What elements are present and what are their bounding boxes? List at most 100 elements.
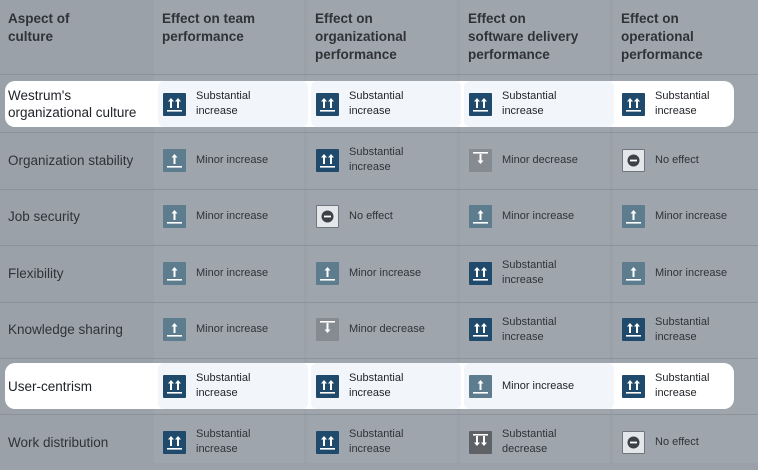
minor-increase-icon bbox=[469, 205, 492, 229]
minor-increase-icon bbox=[163, 261, 186, 285]
table-row: Knowledge sharing Minor increase Minor d… bbox=[0, 302, 758, 358]
effect-cell: No effect bbox=[621, 414, 758, 470]
effect-cell: Minor increase bbox=[468, 189, 618, 245]
effect-cell: Minor increase bbox=[162, 132, 312, 188]
effect-label: Minor increase bbox=[196, 153, 269, 166]
substantial-increase-icon bbox=[316, 430, 339, 454]
effect-label: Minor increase bbox=[196, 323, 269, 336]
effect-cell: Substantial increase bbox=[621, 358, 758, 414]
effect-cell: Substantial increase bbox=[311, 76, 465, 132]
effect-label: Substantial increase bbox=[196, 90, 251, 117]
substantial-increase-icon bbox=[316, 92, 339, 116]
effect-cell: Substantial increase bbox=[621, 76, 758, 132]
column-header: Effect on team performance bbox=[162, 11, 256, 44]
effect-cell: Substantial increase bbox=[162, 414, 312, 470]
effect-cell: Minor increase bbox=[162, 189, 312, 245]
effect-cell: No effect bbox=[621, 132, 758, 188]
effect-cell: Minor increase bbox=[162, 245, 312, 301]
effect-label: Substantial increase bbox=[655, 315, 710, 343]
effect-label: Substantial increase bbox=[655, 90, 710, 117]
minor-increase-icon bbox=[163, 318, 186, 342]
effect-label: Substantial increase bbox=[349, 146, 404, 174]
aspect-label: Organization stability bbox=[8, 152, 134, 168]
effect-cell: Substantial increase bbox=[158, 358, 312, 414]
table-row: Work distribution Substantial increase S… bbox=[0, 414, 758, 470]
table-row: Flexibility Minor increase Minor increas… bbox=[0, 245, 758, 301]
effect-label: Substantial increase bbox=[196, 428, 251, 456]
effect-label: No effect bbox=[655, 153, 699, 166]
effect-label: Substantial decrease bbox=[502, 428, 557, 456]
aspect-label: User-centrism bbox=[8, 378, 93, 394]
substantial-increase-icon bbox=[163, 374, 186, 398]
effect-label: Minor increase bbox=[502, 210, 575, 223]
substantial-increase-icon bbox=[469, 261, 492, 285]
effect-label: No effect bbox=[655, 435, 699, 448]
minor-increase-icon bbox=[469, 374, 492, 398]
effect-cell: Minor increase bbox=[464, 358, 618, 414]
effect-label: Substantial increase bbox=[349, 372, 404, 399]
table-row: Job security Minor increase No effect Mi… bbox=[0, 189, 758, 245]
substantial-increase-icon bbox=[163, 92, 186, 116]
aspect-label: Westrum's organizational culture bbox=[8, 88, 137, 120]
aspect-label: Job security bbox=[8, 209, 81, 225]
effect-cell: Substantial increase bbox=[621, 302, 758, 358]
aspect-label: Work distribution bbox=[8, 434, 109, 450]
effect-label: Minor increase bbox=[655, 210, 728, 223]
minor-increase-icon bbox=[163, 205, 186, 229]
minor-increase-icon bbox=[316, 261, 339, 285]
substantial-decrease-icon bbox=[469, 430, 492, 454]
effect-label: Minor decrease bbox=[349, 323, 425, 336]
effect-label: Minor increase bbox=[196, 266, 269, 279]
column-header: Aspect of culture bbox=[8, 11, 70, 44]
effect-cell: Minor increase bbox=[621, 189, 758, 245]
effect-cell: Minor decrease bbox=[315, 302, 465, 358]
effect-label: Substantial increase bbox=[502, 315, 557, 343]
substantial-increase-icon bbox=[622, 318, 645, 342]
effect-label: Substantial increase bbox=[502, 259, 557, 287]
column-header: Effect on organizational performance bbox=[315, 11, 407, 62]
substantial-increase-icon bbox=[163, 430, 186, 454]
column-header: Effect on operational performance bbox=[621, 11, 703, 62]
table-row: Westrum's organizational culture Substan… bbox=[0, 76, 758, 132]
effect-cell: Minor increase bbox=[621, 245, 758, 301]
effect-label: Minor increase bbox=[196, 210, 269, 223]
effect-cell: Substantial decrease bbox=[468, 414, 618, 470]
no-effect-icon bbox=[622, 430, 645, 454]
column-header: Effect on software delivery performance bbox=[468, 11, 579, 62]
effect-label: Substantial increase bbox=[196, 372, 251, 399]
substantial-increase-icon bbox=[316, 374, 339, 398]
minor-increase-icon bbox=[163, 148, 186, 172]
minor-decrease-icon bbox=[469, 148, 492, 172]
effect-cell: Minor increase bbox=[315, 245, 465, 301]
minor-decrease-icon bbox=[316, 318, 339, 342]
substantial-increase-icon bbox=[622, 92, 645, 116]
effect-cell: Substantial increase bbox=[464, 76, 618, 132]
table-row: Organization stability Minor increase Su… bbox=[0, 132, 758, 188]
effect-cell: Substantial increase bbox=[315, 132, 465, 188]
effect-cell: Substantial increase bbox=[311, 358, 465, 414]
effect-cell: Substantial increase bbox=[158, 76, 312, 132]
effect-label: Minor increase bbox=[655, 266, 728, 279]
minor-increase-icon bbox=[622, 205, 645, 229]
effect-label: Substantial increase bbox=[349, 428, 404, 456]
substantial-increase-icon bbox=[622, 374, 645, 398]
table-row: User-centrism Substantial increase Subst… bbox=[0, 358, 758, 414]
aspect-label: Flexibility bbox=[8, 265, 64, 281]
effect-cell: No effect bbox=[315, 189, 465, 245]
substantial-increase-icon bbox=[316, 148, 339, 172]
effect-label: Substantial increase bbox=[502, 90, 557, 117]
effect-cell: Minor decrease bbox=[468, 132, 618, 188]
effect-label: No effect bbox=[349, 210, 393, 223]
effect-cell: Minor increase bbox=[162, 302, 312, 358]
effect-cell: Substantial increase bbox=[315, 414, 465, 470]
aspect-label: Knowledge sharing bbox=[8, 322, 123, 338]
minor-increase-icon bbox=[622, 261, 645, 285]
header-divider bbox=[0, 74, 758, 75]
no-effect-icon bbox=[622, 148, 645, 172]
no-effect-icon bbox=[316, 205, 339, 229]
effect-cell: Substantial increase bbox=[468, 245, 618, 301]
effect-label: Minor increase bbox=[502, 379, 575, 392]
effect-label: Substantial increase bbox=[655, 372, 710, 399]
substantial-increase-icon bbox=[469, 92, 492, 116]
effect-label: Minor increase bbox=[349, 266, 422, 279]
